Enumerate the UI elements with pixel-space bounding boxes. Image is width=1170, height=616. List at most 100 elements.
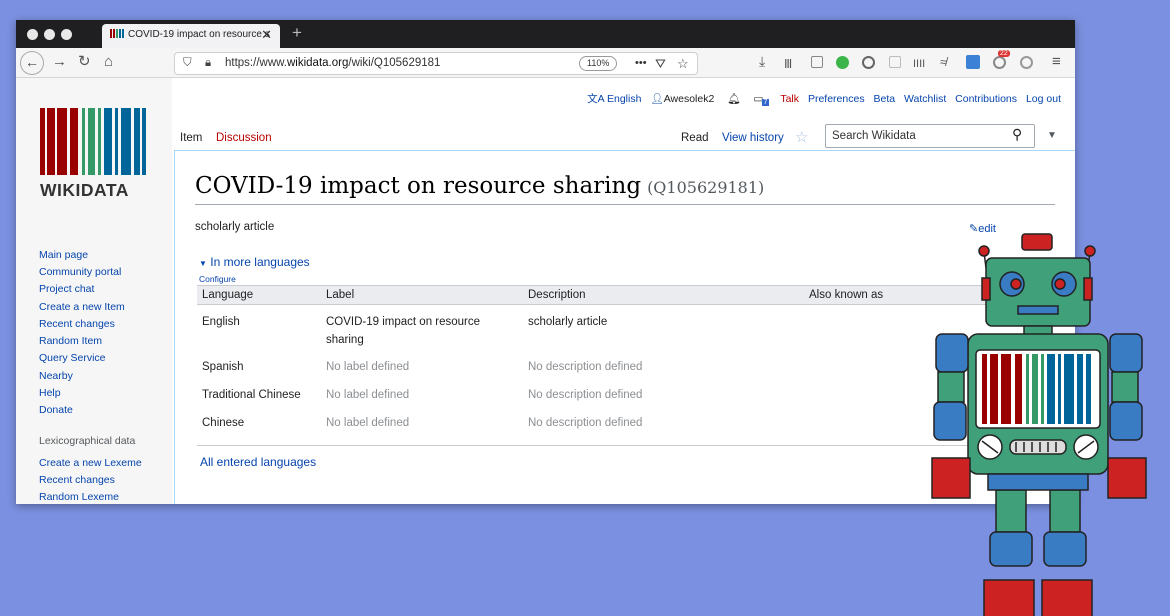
sidebar: WIKIDATA Main page Community portal Proj… bbox=[16, 78, 172, 504]
row-traditional-chinese-label[interactable]: No label defined bbox=[326, 389, 409, 401]
search-icon[interactable]: ⚲ bbox=[1012, 126, 1022, 143]
tracker-icon[interactable]: IIII bbox=[913, 56, 925, 72]
sidebar-link-query-service[interactable]: Query Service bbox=[39, 352, 106, 364]
row-spanish-label[interactable]: No label defined bbox=[326, 361, 409, 373]
wikidata-favicon-icon bbox=[110, 29, 124, 38]
row-spanish-description[interactable]: No description defined bbox=[528, 361, 642, 373]
collapse-arrow-icon: ▼ bbox=[199, 259, 207, 268]
user-link[interactable]: 👤︎Awesolek2 bbox=[650, 93, 714, 105]
window-minimize-dot[interactable] bbox=[44, 29, 55, 40]
wiki-page: WIKIDATA Main page Community portal Proj… bbox=[16, 78, 1075, 504]
notifications-bell-icon[interactable]: 🔔︎ bbox=[727, 93, 740, 105]
header-description: Description bbox=[528, 289, 586, 301]
wikidata-logo-text[interactable]: WIKIDATA bbox=[40, 180, 129, 201]
tab-close-icon[interactable]: ✕ bbox=[261, 27, 272, 43]
tab-discussion[interactable]: Discussion bbox=[216, 132, 272, 144]
title-divider bbox=[195, 204, 1055, 205]
account-icon[interactable] bbox=[862, 56, 875, 69]
url-text[interactable]: https://www.wikidata.org/wiki/Q105629181 bbox=[225, 53, 440, 74]
sidebar-icon[interactable] bbox=[811, 56, 823, 68]
all-languages-link[interactable]: All entered languages bbox=[200, 455, 316, 469]
configure-link[interactable]: Configure bbox=[199, 274, 236, 284]
sidebar-link-create-item[interactable]: Create a new Item bbox=[39, 301, 125, 313]
preferences-link[interactable]: Preferences bbox=[808, 93, 865, 105]
lock-icon[interactable]: 🔒︎ bbox=[205, 53, 211, 74]
header-label: Label bbox=[326, 289, 355, 301]
translate-icon: 文A bbox=[587, 93, 605, 105]
page-title: COVID-19 impact on resource sharing (Q105… bbox=[195, 173, 765, 199]
sidebar-link-help[interactable]: Help bbox=[39, 387, 61, 399]
sidebar-link-random-lexeme[interactable]: Random Lexeme bbox=[39, 491, 119, 503]
browser-tab[interactable]: COVID-19 impact on resource s ✕ bbox=[102, 24, 280, 48]
sidebar-link-donate[interactable]: Donate bbox=[39, 404, 73, 416]
new-tab-icon[interactable]: + bbox=[292, 23, 302, 43]
language-selector[interactable]: 文A English bbox=[587, 93, 641, 105]
contributions-link[interactable]: Contributions bbox=[955, 93, 1017, 105]
feather-icon[interactable]: ≉ bbox=[940, 54, 947, 70]
watch-star-icon[interactable]: ☆ bbox=[795, 128, 808, 146]
home-icon[interactable]: ⌂ bbox=[104, 54, 113, 70]
sidebar-heading-lexicographical: Lexicographical data bbox=[39, 435, 136, 447]
tab-bar: COVID-19 impact on resource s ✕ + bbox=[16, 20, 1075, 48]
window-zoom-dot[interactable] bbox=[61, 29, 72, 40]
row-chinese-label[interactable]: No label defined bbox=[326, 417, 409, 429]
item-description: scholarly article bbox=[195, 221, 275, 233]
row-chinese-description[interactable]: No description defined bbox=[528, 417, 642, 429]
shield-icon[interactable]: ⛉ bbox=[183, 53, 192, 74]
search-input[interactable]: Search Wikidata bbox=[825, 124, 1035, 148]
row-english-label[interactable]: COVID-19 impact on resource bbox=[326, 316, 480, 328]
tab-item[interactable]: Item bbox=[180, 132, 202, 144]
extension-badge: 22 bbox=[998, 50, 1010, 57]
talk-link[interactable]: Talk bbox=[780, 93, 799, 105]
sidebar-link-nearby[interactable]: Nearby bbox=[39, 370, 73, 382]
zoom-level-badge[interactable]: 110% bbox=[579, 56, 618, 71]
logout-link[interactable]: Log out bbox=[1026, 93, 1061, 105]
header-also-known-as: Also known as bbox=[809, 289, 884, 301]
navigation-toolbar: ← → ↻ ⌂ ⛉ 🔒︎ https://www.wikidata.org/wi… bbox=[16, 48, 1075, 78]
menu-icon[interactable]: ≡ bbox=[1052, 54, 1061, 70]
circle-extension-icon[interactable] bbox=[1020, 56, 1033, 69]
window-close-dot[interactable] bbox=[27, 29, 38, 40]
browser-window: COVID-19 impact on resource s ✕ + ← → ↻ … bbox=[16, 20, 1075, 504]
alerts-icon[interactable]: ▭ 7 bbox=[754, 93, 770, 106]
reader-icon[interactable] bbox=[889, 56, 901, 68]
wikidata-logo-icon[interactable] bbox=[40, 108, 148, 175]
extension-green-icon[interactable] bbox=[836, 56, 849, 69]
download-icon[interactable]: ⤓ bbox=[759, 53, 765, 69]
sidebar-link-project-chat[interactable]: Project chat bbox=[39, 283, 94, 295]
sidebar-link-random-item[interactable]: Random Item bbox=[39, 335, 102, 347]
notifications-extension-icon[interactable] bbox=[993, 56, 1006, 69]
watchlist-link[interactable]: Watchlist bbox=[904, 93, 946, 105]
blue-extension-icon[interactable] bbox=[966, 55, 980, 69]
personal-tools: 文A English 👤︎Awesolek2 🔔︎ ▭ 7 Talk Prefer… bbox=[581, 91, 1061, 106]
row-chinese-language: Chinese bbox=[202, 417, 245, 429]
row-traditional-chinese-language: Traditional Chinese bbox=[202, 389, 301, 401]
row-spanish-language: Spanish bbox=[202, 361, 244, 373]
library-icon[interactable]: Ⅲ bbox=[784, 56, 792, 72]
row-english-label-cont[interactable]: sharing bbox=[326, 334, 364, 346]
sidebar-link-main-page[interactable]: Main page bbox=[39, 249, 88, 261]
reload-icon[interactable]: ↻ bbox=[78, 54, 91, 70]
tab-title: COVID-19 impact on resource s bbox=[128, 29, 270, 40]
sidebar-link-recent-changes-lexeme[interactable]: Recent changes bbox=[39, 474, 115, 486]
bookmark-star-icon[interactable]: ☆ bbox=[677, 53, 689, 74]
tab-read[interactable]: Read bbox=[681, 132, 709, 144]
sidebar-link-recent-changes[interactable]: Recent changes bbox=[39, 318, 115, 330]
url-bar[interactable]: ⛉ 🔒︎ https://www.wikidata.org/wiki/Q1056… bbox=[174, 52, 698, 75]
sidebar-link-create-lexeme[interactable]: Create a new Lexeme bbox=[39, 457, 142, 469]
item-id: (Q105629181) bbox=[647, 178, 765, 197]
header-language: Language bbox=[202, 289, 254, 301]
row-english-description[interactable]: scholarly article bbox=[528, 316, 607, 328]
pocket-icon[interactable]: ⛛ bbox=[655, 53, 666, 74]
forward-arrow-icon[interactable]: → bbox=[52, 54, 67, 70]
more-languages-toggle[interactable]: ▼ In more languages bbox=[199, 255, 310, 269]
beta-link[interactable]: Beta bbox=[874, 93, 896, 105]
row-traditional-chinese-description[interactable]: No description defined bbox=[528, 389, 642, 401]
back-arrow-icon[interactable]: ← bbox=[20, 51, 44, 75]
alerts-badge: 7 bbox=[761, 99, 770, 106]
search-dropdown-icon[interactable]: ▼ bbox=[1047, 130, 1057, 141]
page-actions-icon[interactable]: ••• bbox=[635, 53, 647, 74]
row-english-language: English bbox=[202, 316, 240, 328]
tab-view-history[interactable]: View history bbox=[722, 132, 784, 144]
sidebar-link-community-portal[interactable]: Community portal bbox=[39, 266, 121, 278]
